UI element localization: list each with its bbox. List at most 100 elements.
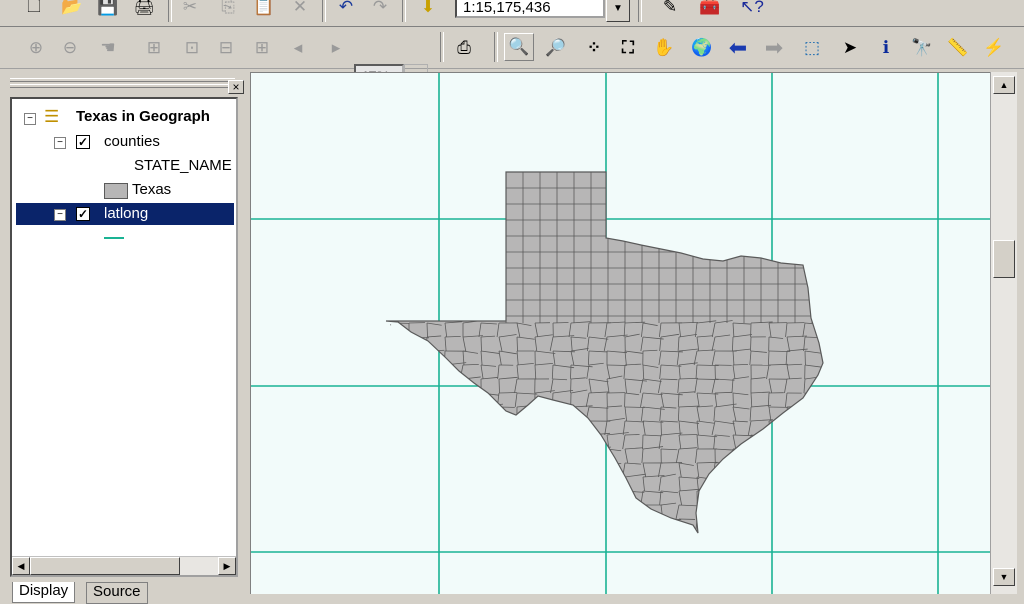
county-boundary — [407, 407, 409, 421]
redo-icon[interactable]: ↷ — [366, 0, 394, 20]
zoom-whole-page-icon[interactable]: ⊞ — [140, 35, 168, 61]
cut-icon[interactable]: ✂ — [176, 0, 204, 20]
county-boundary — [499, 505, 520, 508]
scroll-thumb[interactable] — [993, 240, 1015, 278]
data-frame-title[interactable]: Texas in Geograph — [76, 108, 210, 125]
county-boundary — [389, 351, 391, 365]
pan-icon[interactable]: ✋ — [650, 35, 678, 61]
previous-extent-layout-icon[interactable]: ◂ — [284, 35, 312, 61]
county-boundary — [733, 530, 749, 533]
county-boundary — [768, 533, 769, 547]
layer-name-counties[interactable]: counties — [104, 133, 160, 150]
county-boundary — [409, 376, 425, 379]
county-boundary — [642, 519, 643, 533]
county-boundary — [805, 491, 820, 493]
fixed-zoom-out-icon[interactable]: ⛶ — [614, 35, 642, 61]
fixed-zoom-out-layout-icon[interactable]: ⊞ — [248, 35, 276, 61]
toc-horizontal-scrollbar[interactable]: ◀ ▶ — [12, 556, 236, 575]
county-boundary — [553, 533, 575, 535]
layer-visibility-checkbox[interactable]: ✓ — [76, 135, 90, 149]
county-boundary — [821, 463, 823, 477]
county-boundary — [731, 519, 733, 533]
add-data-icon[interactable]: ⬇ — [414, 0, 442, 20]
fixed-zoom-in-icon[interactable]: ⁘ — [580, 35, 608, 61]
fixed-zoom-layout-icon[interactable]: ⊟ — [212, 35, 240, 61]
county-boundary — [427, 517, 447, 519]
county-boundary — [787, 435, 789, 449]
county-boundary — [391, 392, 408, 393]
copy-icon[interactable]: ⎘ — [214, 0, 242, 20]
map-vertical-scrollbar[interactable]: ▲ ▼ — [990, 72, 1017, 594]
layout-pan-icon[interactable]: ☚ — [94, 35, 122, 61]
map-scale-input[interactable]: 1:15,175,436 — [455, 0, 605, 18]
layer-name-latlong[interactable]: latlong — [104, 205, 148, 222]
measure-icon[interactable]: 📏 — [944, 35, 972, 61]
legend-swatch — [104, 183, 128, 199]
county-boundary — [427, 491, 429, 505]
county-boundary — [553, 449, 571, 452]
county-boundary — [499, 463, 517, 465]
select-elements-icon[interactable]: ➤ — [836, 35, 864, 61]
editor-icon[interactable]: ✎ — [656, 0, 684, 20]
tools-toolbar: ⊕ ⊖ ☚ ⊞ ⊡ ⊟ ⊞ ◂ ▸ 47% ▼ ⎙ 🔍 🔎 ⁘ ⛶ ✋ 🌍 ⬅ … — [0, 28, 1024, 69]
toggle-draft-icon[interactable]: ⎙ — [450, 35, 478, 61]
county-boundary — [408, 421, 409, 435]
county-boundary — [535, 434, 552, 435]
county-boundary — [391, 364, 407, 365]
delete-icon[interactable]: ✕ — [286, 0, 314, 20]
county-boundary — [805, 407, 806, 421]
county-boundary — [823, 449, 826, 463]
scroll-thumb[interactable] — [30, 557, 180, 575]
print-icon[interactable]: 🖨 — [130, 0, 158, 20]
select-features-icon[interactable]: ⬚ — [798, 35, 826, 61]
county-boundary — [769, 463, 771, 477]
county-boundary — [804, 491, 805, 505]
county-boundary — [409, 348, 425, 351]
county-boundary — [805, 519, 806, 533]
layer-visibility-checkbox[interactable]: ✓ — [76, 207, 90, 221]
arctoolbox-icon[interactable]: 🧰 — [696, 0, 724, 20]
forward-icon[interactable]: ➡ — [760, 35, 788, 61]
new-icon[interactable]: 🗋 — [20, 0, 48, 20]
save-icon[interactable]: 💾 — [94, 0, 122, 20]
identify-icon[interactable]: ℹ — [872, 35, 900, 61]
texas-counties-layer — [381, 168, 845, 547]
back-icon[interactable]: ⬅ — [724, 35, 752, 61]
collapse-icon[interactable]: − — [54, 137, 66, 149]
county-boundary — [625, 531, 644, 533]
county-boundary — [391, 477, 409, 480]
layout-zoom-in-icon[interactable]: ⊕ — [22, 35, 50, 61]
zoom-in-icon[interactable]: 🔍 — [504, 33, 534, 61]
open-icon[interactable]: 📂 — [58, 0, 86, 20]
next-extent-layout-icon[interactable]: ▸ — [322, 35, 350, 61]
layout-zoom-out-icon[interactable]: ⊖ — [56, 35, 84, 61]
whats-this-icon[interactable]: ↖? — [738, 0, 766, 20]
zoom-100-icon[interactable]: ⊡ — [178, 35, 206, 61]
county-boundary — [461, 519, 463, 533]
find-icon[interactable]: 🔭 — [908, 35, 936, 61]
map-display[interactable] — [250, 72, 992, 596]
scroll-right-icon[interactable]: ▶ — [218, 557, 236, 575]
tab-source[interactable]: Source — [86, 582, 148, 604]
county-boundary — [785, 449, 787, 463]
hyperlink-icon[interactable]: ⚡ — [980, 35, 1008, 61]
county-boundary — [445, 419, 461, 421]
scroll-up-icon[interactable]: ▲ — [993, 76, 1015, 94]
undo-icon[interactable]: ↶ — [332, 0, 360, 20]
full-extent-icon[interactable]: 🌍 — [688, 35, 716, 61]
county-boundary — [427, 530, 442, 533]
scroll-left-icon[interactable]: ◀ — [12, 557, 30, 575]
close-icon[interactable]: × — [228, 80, 244, 94]
toc-grip[interactable] — [10, 78, 235, 92]
collapse-icon[interactable]: − — [24, 113, 36, 125]
county-boundary — [409, 491, 410, 505]
county-boundary — [569, 533, 571, 547]
scroll-down-icon[interactable]: ▼ — [993, 568, 1015, 586]
paste-icon[interactable]: 📋 — [250, 0, 278, 20]
collapse-icon[interactable]: − — [54, 209, 66, 221]
county-boundary — [389, 323, 391, 337]
zoom-out-icon[interactable]: 🔎 — [542, 35, 570, 61]
county-boundary — [463, 503, 481, 505]
county-boundary — [589, 519, 604, 520]
chevron-down-icon[interactable]: ▼ — [606, 0, 630, 22]
